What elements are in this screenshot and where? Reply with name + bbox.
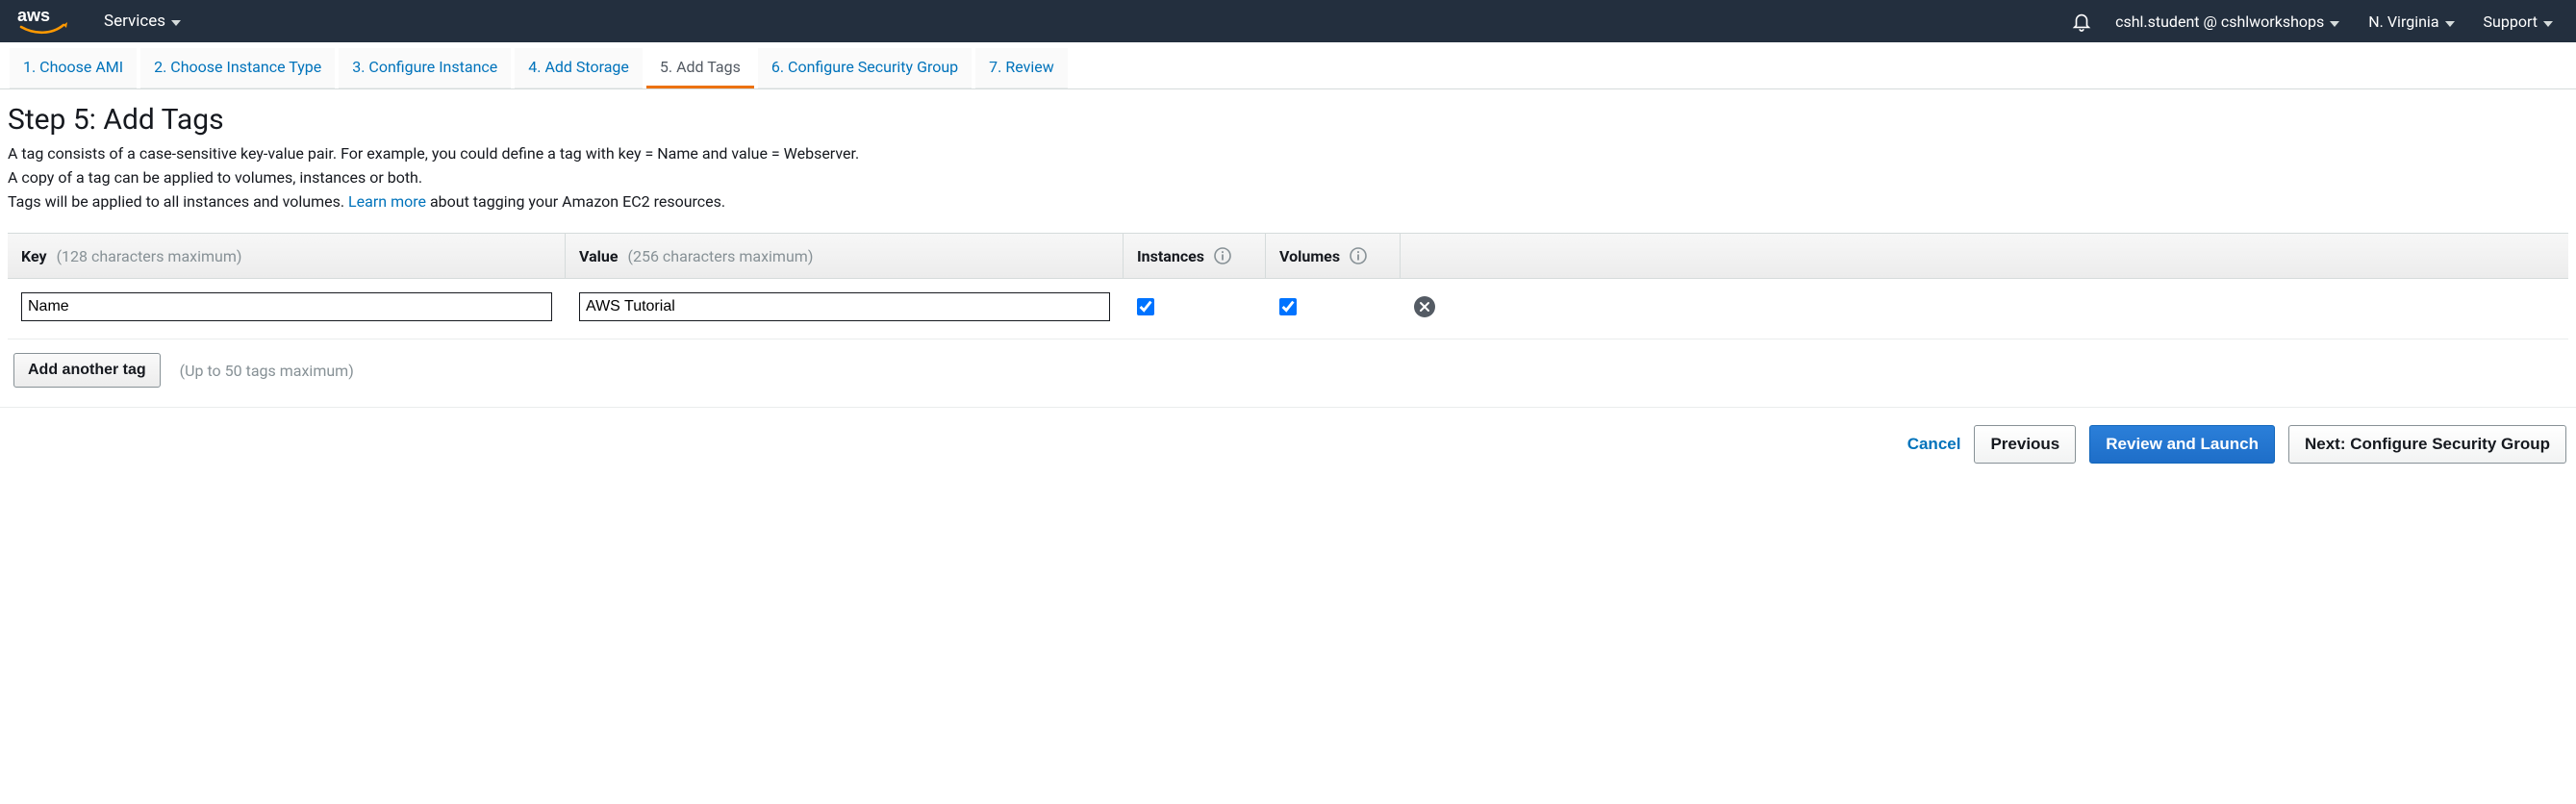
info-icon[interactable] <box>1214 247 1231 264</box>
cell-value <box>566 292 1124 321</box>
wizard-tabs-wrap: 1. Choose AMI 2. Choose Instance Type 3.… <box>0 42 2576 89</box>
previous-button[interactable]: Previous <box>1974 425 2076 464</box>
description-line-3: Tags will be applied to all instances an… <box>8 190 2568 214</box>
close-icon <box>1419 298 1430 316</box>
caret-down-icon <box>171 12 181 31</box>
wizard-step-choose-ami[interactable]: 1. Choose AMI <box>10 48 137 88</box>
delete-tag-button[interactable] <box>1414 296 1435 317</box>
main-content: Step 5: Add Tags A tag consists of a cas… <box>0 89 2576 407</box>
caret-down-icon <box>2543 13 2553 31</box>
wizard-step-label: 5. Add Tags <box>660 58 741 76</box>
col-header-key: Key (128 characters maximum) <box>8 234 566 278</box>
col-header-volumes: Volumes <box>1266 234 1401 278</box>
wizard-step-add-tags[interactable]: 5. Add Tags <box>646 48 754 88</box>
col-header-delete <box>1401 234 1449 278</box>
wizard-step-label: 3. Configure Instance <box>352 58 497 76</box>
wizard-step-label: 7. Review <box>989 58 1054 76</box>
tags-table: Key (128 characters maximum) Value (256 … <box>8 233 2568 407</box>
topnav-right: cshl.student @ cshlworkshops N. Virginia… <box>2071 11 2559 32</box>
wizard-tabs: 1. Choose AMI 2. Choose Instance Type 3.… <box>0 42 2576 88</box>
tag-volumes-checkbox[interactable] <box>1279 298 1297 315</box>
wizard-step-label: 6. Configure Security Group <box>771 58 958 76</box>
cancel-button[interactable]: Cancel <box>1907 435 1961 454</box>
cell-instances <box>1124 298 1266 315</box>
tag-row <box>8 279 2568 339</box>
notifications-icon[interactable] <box>2071 11 2092 32</box>
wizard-step-review[interactable]: 7. Review <box>975 48 1068 88</box>
cell-delete <box>1401 296 1449 317</box>
region-label: N. Virginia <box>2368 13 2438 31</box>
account-label: cshl.student @ cshlworkshops <box>2115 13 2324 31</box>
wizard-step-choose-instance-type[interactable]: 2. Choose Instance Type <box>140 48 335 88</box>
region-menu[interactable]: N. Virginia <box>2362 13 2460 31</box>
description-line-2: A copy of a tag can be applied to volume… <box>8 166 2568 190</box>
instances-header-label: Instances <box>1137 247 1204 265</box>
cell-volumes <box>1266 298 1401 315</box>
add-tag-hint: (Up to 50 tags maximum) <box>180 362 354 380</box>
description-text: Tags will be applied to all instances an… <box>8 192 348 211</box>
aws-logo[interactable]: aws <box>17 0 94 42</box>
support-label: Support <box>2484 13 2538 31</box>
key-header-label: Key <box>21 247 47 265</box>
top-nav: aws Services cshl.student @ cshlworkshop… <box>0 0 2576 42</box>
wizard-step-configure-security-group[interactable]: 6. Configure Security Group <box>758 48 972 88</box>
services-menu[interactable]: Services <box>94 12 190 31</box>
wizard-step-label: 4. Add Storage <box>528 58 629 76</box>
wizard-footer: Cancel Previous Review and Launch Next: … <box>0 408 2576 481</box>
description-line-1: A tag consists of a case-sensitive key-v… <box>8 142 2568 166</box>
wizard-step-configure-instance[interactable]: 3. Configure Instance <box>339 48 511 88</box>
tags-table-header: Key (128 characters maximum) Value (256 … <box>8 233 2568 279</box>
col-header-instances: Instances <box>1124 234 1266 278</box>
caret-down-icon <box>2330 13 2339 31</box>
wizard-step-label: 1. Choose AMI <box>23 58 123 76</box>
cell-key <box>8 292 566 321</box>
support-menu[interactable]: Support <box>2478 13 2559 31</box>
page-title: Step 5: Add Tags <box>8 103 2568 137</box>
services-label: Services <box>104 12 165 31</box>
account-menu[interactable]: cshl.student @ cshlworkshops <box>2109 13 2345 31</box>
tag-value-input[interactable] <box>579 292 1110 321</box>
review-and-launch-button[interactable]: Review and Launch <box>2089 425 2275 464</box>
add-another-tag-button[interactable]: Add another tag <box>13 353 161 388</box>
tag-key-input[interactable] <box>21 292 552 321</box>
value-header-hint: (256 characters maximum) <box>628 247 814 265</box>
key-header-hint: (128 characters maximum) <box>57 247 242 265</box>
svg-text:aws: aws <box>17 6 50 25</box>
caret-down-icon <box>2445 13 2455 31</box>
info-icon[interactable] <box>1350 247 1367 264</box>
wizard-step-label: 2. Choose Instance Type <box>154 58 321 76</box>
volumes-header-label: Volumes <box>1279 247 1340 265</box>
add-tag-row: Add another tag (Up to 50 tags maximum) <box>8 339 2568 407</box>
tag-instances-checkbox[interactable] <box>1137 298 1154 315</box>
col-header-value: Value (256 characters maximum) <box>566 234 1124 278</box>
next-configure-security-group-button[interactable]: Next: Configure Security Group <box>2288 425 2566 464</box>
learn-more-link[interactable]: Learn more <box>348 192 426 211</box>
description-text: about tagging your Amazon EC2 resources. <box>430 192 725 211</box>
wizard-step-add-storage[interactable]: 4. Add Storage <box>515 48 643 88</box>
value-header-label: Value <box>579 247 619 265</box>
